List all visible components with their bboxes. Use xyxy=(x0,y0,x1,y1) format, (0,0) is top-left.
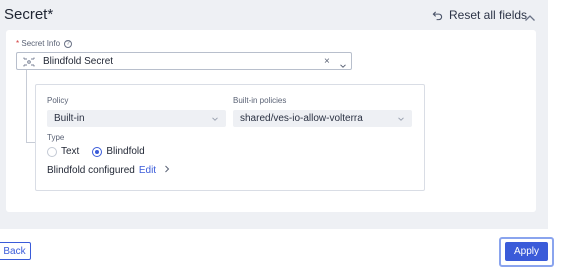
chevron-down-icon xyxy=(397,115,405,126)
policy-value: Built-in xyxy=(54,113,85,124)
clear-icon[interactable]: × xyxy=(324,56,330,67)
type-radio-text-label: Text xyxy=(61,146,80,157)
secret-info-label-text: Secret Info xyxy=(21,39,61,48)
builtin-policies-select[interactable]: shared/ves-io-allow-volterra xyxy=(233,110,412,127)
undo-arrow-icon xyxy=(432,10,443,21)
type-radio-text[interactable] xyxy=(47,146,57,157)
blindfold-configured-text: Blindfold configured xyxy=(47,165,135,176)
apply-button[interactable]: Apply xyxy=(505,242,548,261)
secret-info-label: * Secret Info ? xyxy=(16,39,73,48)
chevron-down-icon xyxy=(211,115,219,126)
back-button[interactable]: Back xyxy=(0,242,31,260)
edit-link[interactable]: Edit xyxy=(139,165,156,176)
type-radio-blindfold[interactable] xyxy=(92,146,103,157)
policy-label: Policy xyxy=(47,96,69,105)
type-radio-group: Text Blindfold xyxy=(47,146,158,157)
chevron-up-icon[interactable] xyxy=(524,9,536,27)
policy-select[interactable]: Built-in xyxy=(47,110,226,127)
builtin-policies-value: shared/ves-io-allow-volterra xyxy=(240,113,363,124)
scrollbar-track[interactable] xyxy=(548,0,562,229)
reset-all-fields-button[interactable]: Reset all fields xyxy=(432,8,527,22)
required-mark: * xyxy=(47,6,54,23)
tree-connector xyxy=(26,70,35,143)
required-mark: * xyxy=(16,39,20,48)
type-radio-blindfold-label: Blindfold xyxy=(106,146,145,157)
blindfold-secret-icon xyxy=(23,55,35,67)
builtin-policies-label: Built-in policies xyxy=(233,96,287,105)
type-label: Type xyxy=(47,133,65,142)
chevron-down-icon[interactable] xyxy=(339,57,347,75)
section-title: Secret* xyxy=(4,6,53,23)
section-title-text: Secret xyxy=(4,6,48,23)
secret-info-select[interactable]: Blindfold Secret × xyxy=(16,52,352,70)
help-icon[interactable]: ? xyxy=(64,39,73,48)
blindfold-configured-row: Blindfold configured Edit xyxy=(47,165,170,176)
reset-label: Reset all fields xyxy=(449,8,528,22)
secret-info-value: Blindfold Secret xyxy=(43,55,114,67)
chevron-right-icon[interactable] xyxy=(164,165,170,176)
